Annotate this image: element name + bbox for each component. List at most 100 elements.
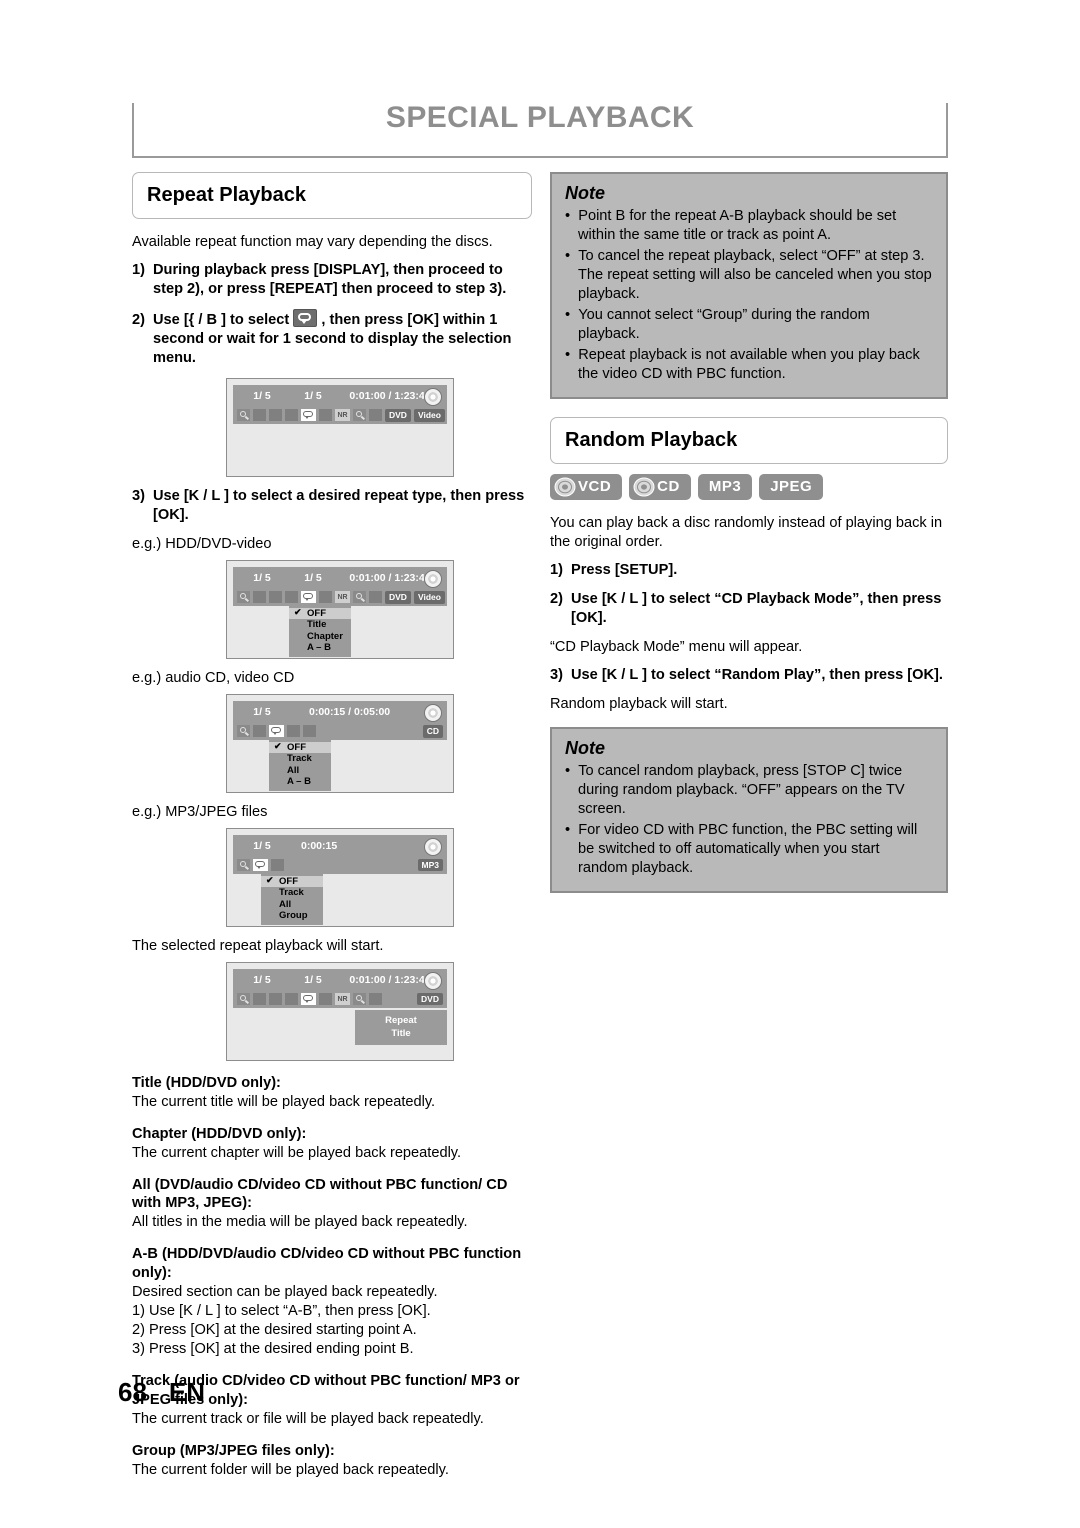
media-tag: MP3 [417,858,443,872]
repeat-icon [301,993,316,1006]
def-body-chapter: The current chapter will be played back … [132,1144,462,1161]
osd-media-tags: MP3 [417,858,443,872]
osd-media-tags: DVD Video [385,590,445,604]
osd-cell [319,409,332,422]
step-text: Use [K / L ] to select “Random Play”, th… [571,666,943,683]
badge-vcd: VCD [550,473,623,500]
badge-jpeg: JPEG [759,473,824,500]
menu-item-track[interactable]: Track [261,887,323,899]
note-item: Point B for the repeat A-B playback shou… [565,207,933,245]
osd-icon-row: MP3 [233,857,447,874]
osd-display: 1/ 5 0:00:15 MP3 OFF Track Al [233,834,447,925]
osd-figure-1: 1/ 5 1/ 5 0:01:00 / 1:23:45 NR DVD Video [226,377,454,477]
osd-body: OFF Track All A – B [233,739,447,791]
disc-icon [424,569,442,588]
osd-body: Repeat Title [233,1007,447,1054]
page-title: SPECIAL PLAYBACK [385,101,695,134]
ab-substep-2: 2) Press [OK] at the desired starting po… [132,1322,417,1339]
repeat-icon [269,725,284,738]
osd-cell [369,591,382,604]
menu-item-off[interactable]: OFF [289,607,351,620]
search-icon [237,591,250,604]
media-tag: CD [422,724,443,738]
osd-figure-5: 1/ 5 1/ 5 0:01:00 / 1:23:45 NR DVD Repea… [226,961,454,1061]
osd-chapter-number: 1/ 5 [304,389,322,402]
def-body-all: All titles in the media will be played b… [132,1214,468,1231]
osd-icon-row: NR DVD Video [233,407,447,424]
media-tag: DVD [417,992,443,1006]
step-text: Use [K / L ] to select a desired repeat … [153,487,525,523]
osd-media-tags: CD [422,724,443,738]
eg-label-mp3-jpeg: e.g.) MP3/JPEG files [132,803,268,820]
repeat-status-indicator: Repeat Title [355,1009,447,1045]
def-head-chapter: Chapter (HDD/DVD only): [132,1125,307,1142]
osd-figure-4: 1/ 5 0:00:15 MP3 OFF Track Al [226,827,454,927]
search-icon [237,725,250,738]
osd-display: 1/ 5 0:00:15 / 0:05:00 CD OFF [233,700,447,791]
badge-label: JPEG [770,478,813,496]
def-body-ab: Desired section can be played back repea… [132,1284,438,1301]
menu-item-all[interactable]: All [261,899,323,911]
media-tag: DVD [385,409,411,422]
osd-figure-2: 1/ 5 1/ 5 0:01:00 / 1:23:45 NR DVD Video… [226,559,454,659]
osd-cell [319,591,332,604]
osd-media-tags: DVD Video [385,409,445,422]
osd-cell [253,725,266,738]
random-step-2: 2) Use [K / L ] to select “CD Playback Mo… [550,590,948,628]
note-box-random: Note To cancel random playback, press [S… [550,727,948,894]
ab-substep-3: 3) Press [OK] at the desired ending poin… [132,1341,414,1358]
osd-status-row: 1/ 5 1/ 5 0:01:00 / 1:23:45 [233,567,447,589]
repeat-icon [301,591,316,604]
media-tag: Video [413,590,445,604]
menu-item-track[interactable]: Track [269,753,331,765]
note-item: To cancel the repeat playback, select “O… [565,247,933,304]
osd-cell [271,859,284,872]
random-step-1: 1) Press [SETUP]. [550,561,948,580]
osd-cell [287,725,300,738]
osd-cell [303,725,316,738]
osd-cell [253,993,266,1006]
menu-item-off[interactable]: OFF [269,741,331,754]
step-text: During playback press [DISPLAY], then pr… [153,261,507,297]
menu-item-all[interactable]: All [269,765,331,777]
menu-item-title[interactable]: Title [289,619,351,631]
menu-item-a-b[interactable]: A – B [289,642,351,654]
section-heading-random-playback: Random Playback [550,416,948,464]
osd-cell [285,993,298,1006]
random-step-3: 3) Use [K / L ] to select “Random Play”, … [550,666,948,685]
media-tag: Video [413,409,445,422]
step-text-pre: Use [{ / B ] to select [153,311,294,328]
step-text: Press [SETUP]. [571,561,678,578]
osd-display: 1/ 5 1/ 5 0:01:00 / 1:23:45 NR [233,566,447,657]
osd-title-number: 1/ 5 [253,389,271,402]
osd-icon-row: NR DVD Video [233,589,447,606]
repeat-step-2: 2) Use [{ / B ] to select , then press [O… [132,308,532,368]
left-column: Repeat Playback Available repeat functio… [132,172,532,1480]
osd-status-row: 1/ 5 0:00:15 / 0:05:00 [233,701,447,723]
search-icon [237,993,250,1006]
repeat-type-menu[interactable]: OFF Track All Group [261,873,323,925]
repeat-type-menu[interactable]: OFF Track All A – B [269,739,331,791]
page-footer: 68 EN [118,1377,205,1408]
menu-item-a-b[interactable]: A – B [269,776,331,788]
osd-cell [253,591,266,604]
disc-icon [554,477,576,497]
note-item: You cannot select “Group” during the ran… [565,306,933,344]
menu-item-chapter[interactable]: Chapter [289,631,351,643]
repeat-will-start-text: The selected repeat playback will start. [132,937,384,954]
osd-chapter-number: 1/ 5 [304,973,322,986]
media-tag: DVD [385,590,411,604]
osd-body: OFF Track All Group [233,873,447,925]
osd-body [233,423,447,470]
badge-mp3: MP3 [697,473,753,500]
zoom-icon [353,591,366,604]
menu-item-group[interactable]: Group [261,910,323,922]
def-head-ab: A-B (HDD/DVD/audio CD/video CD without P… [132,1246,522,1282]
repeat-icon [293,308,318,327]
menu-item-off[interactable]: OFF [261,875,323,888]
noise-reduction-icon: NR [335,993,350,1006]
osd-icon-row: CD [233,723,447,740]
osd-cell [269,409,282,422]
disc-icon [424,971,442,990]
repeat-type-menu[interactable]: OFF Title Chapter A – B [289,605,351,657]
